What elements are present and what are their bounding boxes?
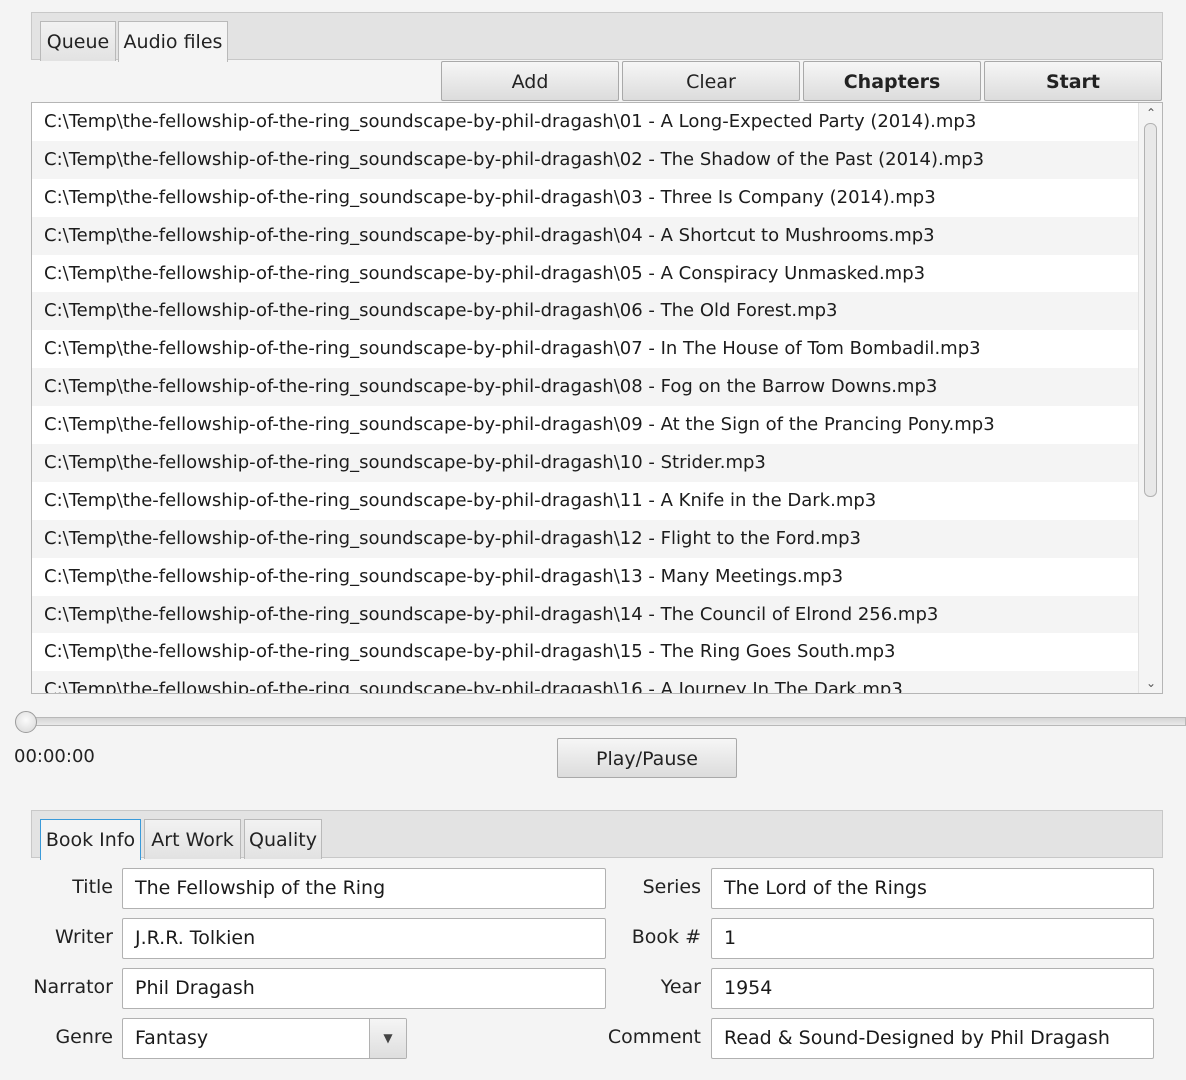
list-item[interactable]: C:\Temp\the-fellowship-of-the-ring_sound… [32,558,1139,596]
title-label: Title [72,876,113,898]
title-field[interactable]: The Fellowship of the Ring [122,868,606,909]
metadata-tab-bar: Book Info Art Work Quality [31,810,1163,860]
tab-quality[interactable]: Quality [244,819,322,859]
year-field[interactable]: 1954 [711,968,1154,1009]
main-tab-bar: Queue Audio files [31,12,1163,62]
list-item[interactable]: C:\Temp\the-fellowship-of-the-ring_sound… [32,671,1139,693]
elapsed-time: 00:00:00 [14,746,95,767]
playback-slider-thumb[interactable] [15,711,37,733]
list-item[interactable]: C:\Temp\the-fellowship-of-the-ring_sound… [32,330,1139,368]
tab-book-info[interactable]: Book Info [40,819,141,860]
list-item[interactable]: C:\Temp\the-fellowship-of-the-ring_sound… [32,292,1139,331]
list-item[interactable]: C:\Temp\the-fellowship-of-the-ring_sound… [32,179,1139,217]
start-button[interactable]: Start [984,61,1162,101]
comment-field[interactable]: Read & Sound-Designed by Phil Dragash [711,1018,1154,1059]
genre-combobox[interactable]: Fantasy ▼ [122,1018,407,1059]
list-item[interactable]: C:\Temp\the-fellowship-of-the-ring_sound… [32,595,1139,634]
list-item[interactable]: C:\Temp\the-fellowship-of-the-ring_sound… [32,482,1139,520]
book-number-field[interactable]: 1 [711,918,1154,959]
list-item[interactable]: C:\Temp\the-fellowship-of-the-ring_sound… [32,103,1139,141]
playback-slider[interactable] [20,717,1186,726]
tab-queue[interactable]: Queue [40,21,116,61]
tab-audio-files[interactable]: Audio files [118,21,228,62]
scroll-down-icon[interactable]: ⌄ [1139,673,1162,693]
tab-art-work[interactable]: Art Work [144,819,241,859]
scroll-thumb[interactable] [1144,123,1157,497]
narrator-field[interactable]: Phil Dragash [122,968,606,1009]
book-number-label: Book # [631,926,701,948]
list-item[interactable]: C:\Temp\the-fellowship-of-the-ring_sound… [32,519,1139,558]
list-item[interactable]: C:\Temp\the-fellowship-of-the-ring_sound… [32,140,1139,179]
list-item[interactable]: C:\Temp\the-fellowship-of-the-ring_sound… [32,633,1139,671]
series-field[interactable]: The Lord of the Rings [711,868,1154,909]
genre-label: Genre [55,1026,113,1048]
play-pause-button[interactable]: Play/Pause [557,738,737,778]
writer-label: Writer [55,926,113,948]
list-item[interactable]: C:\Temp\the-fellowship-of-the-ring_sound… [32,406,1139,444]
list-item[interactable]: C:\Temp\the-fellowship-of-the-ring_sound… [32,444,1139,482]
add-button[interactable]: Add [441,61,619,101]
vertical-scrollbar[interactable]: ⌃ ⌄ [1138,103,1162,693]
series-label: Series [642,876,701,898]
chapters-button[interactable]: Chapters [803,61,981,101]
list-item[interactable]: C:\Temp\the-fellowship-of-the-ring_sound… [32,216,1139,255]
clear-button[interactable]: Clear [622,61,800,101]
narrator-label: Narrator [33,976,113,998]
list-item[interactable]: C:\Temp\the-fellowship-of-the-ring_sound… [32,255,1139,293]
comment-label: Comment [607,1026,701,1048]
genre-value: Fantasy [135,1027,209,1049]
audio-file-list[interactable]: C:\Temp\the-fellowship-of-the-ring_sound… [31,102,1163,694]
file-rows: C:\Temp\the-fellowship-of-the-ring_sound… [32,103,1139,693]
scroll-up-icon[interactable]: ⌃ [1139,103,1162,123]
year-label: Year [660,976,701,998]
list-item[interactable]: C:\Temp\the-fellowship-of-the-ring_sound… [32,368,1139,407]
chevron-down-icon[interactable]: ▼ [369,1019,406,1058]
writer-field[interactable]: J.R.R. Tolkien [122,918,606,959]
